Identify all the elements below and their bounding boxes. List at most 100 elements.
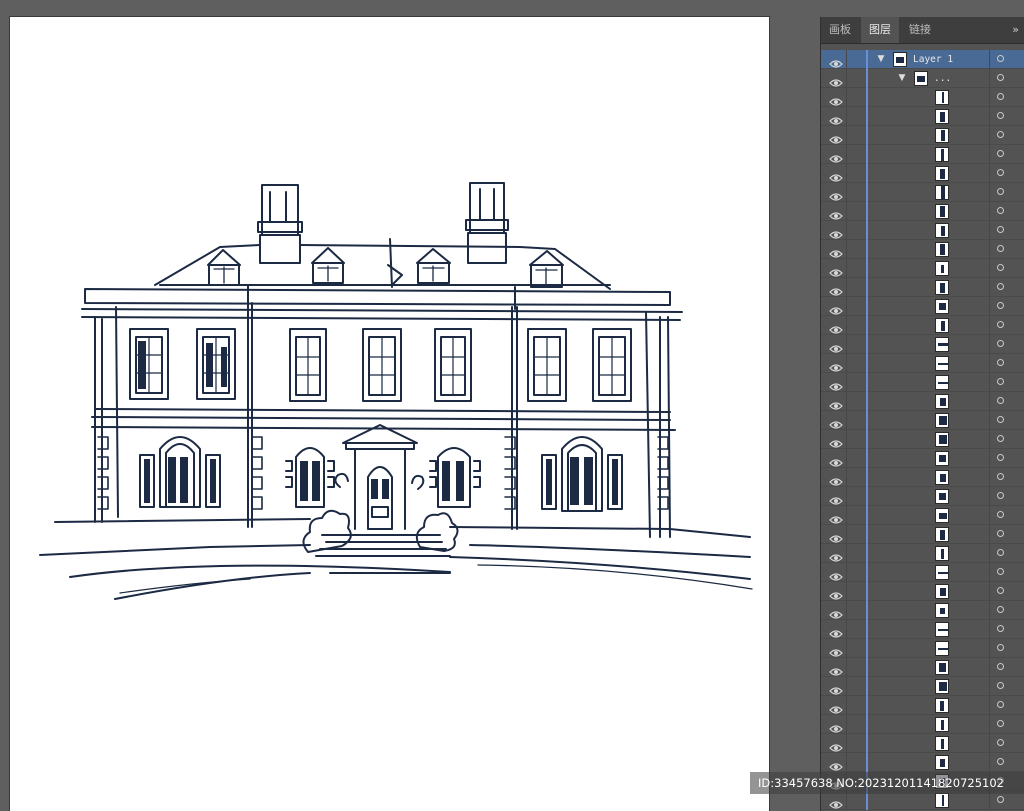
chevron-down-icon[interactable]: ▼ — [897, 73, 907, 83]
path-row[interactable] — [821, 202, 1024, 221]
eye-icon[interactable] — [829, 719, 843, 733]
target-circle-icon[interactable] — [997, 435, 1004, 442]
eye-icon[interactable] — [829, 282, 843, 296]
path-row[interactable] — [821, 734, 1024, 753]
path-row[interactable] — [821, 544, 1024, 563]
path-row[interactable] — [821, 107, 1024, 126]
eye-icon[interactable] — [829, 662, 843, 676]
path-row[interactable] — [821, 145, 1024, 164]
target-circle-icon[interactable] — [997, 739, 1004, 746]
target-circle-icon[interactable] — [997, 663, 1004, 670]
eye-icon[interactable] — [829, 225, 843, 239]
eye-icon[interactable] — [829, 396, 843, 410]
target-circle-icon[interactable] — [997, 93, 1004, 100]
eye-icon[interactable] — [829, 263, 843, 277]
eye-icon[interactable] — [829, 681, 843, 695]
target-circle-icon[interactable] — [997, 169, 1004, 176]
eye-icon[interactable] — [829, 586, 843, 600]
eye-icon[interactable] — [829, 738, 843, 752]
path-row[interactable] — [821, 392, 1024, 411]
path-row[interactable] — [821, 487, 1024, 506]
eye-icon[interactable] — [829, 339, 843, 353]
eye-icon[interactable] — [829, 130, 843, 144]
target-circle-icon[interactable] — [997, 397, 1004, 404]
tab-artboards[interactable]: 画板 — [821, 17, 859, 43]
path-row[interactable] — [821, 620, 1024, 639]
target-circle-icon[interactable] — [997, 720, 1004, 727]
path-row[interactable] — [821, 525, 1024, 544]
path-row[interactable] — [821, 677, 1024, 696]
target-circle-icon[interactable] — [997, 625, 1004, 632]
eye-icon[interactable] — [829, 548, 843, 562]
panel-menu-button[interactable]: » — [1012, 17, 1019, 43]
eye-icon[interactable] — [829, 358, 843, 372]
target-circle-icon[interactable] — [997, 112, 1004, 119]
eye-icon[interactable] — [829, 491, 843, 505]
target-circle-icon[interactable] — [997, 226, 1004, 233]
eye-icon[interactable] — [829, 795, 843, 809]
eye-icon[interactable] — [829, 434, 843, 448]
path-row[interactable] — [821, 88, 1024, 107]
target-circle-icon[interactable] — [997, 245, 1004, 252]
target-circle-icon[interactable] — [997, 74, 1004, 81]
target-circle-icon[interactable] — [997, 207, 1004, 214]
target-circle-icon[interactable] — [997, 340, 1004, 347]
eye-icon[interactable] — [829, 149, 843, 163]
eye-icon[interactable] — [829, 187, 843, 201]
target-circle-icon[interactable] — [997, 264, 1004, 271]
target-circle-icon[interactable] — [997, 530, 1004, 537]
target-circle-icon[interactable] — [997, 682, 1004, 689]
path-row[interactable] — [821, 449, 1024, 468]
target-circle-icon[interactable] — [997, 283, 1004, 290]
eye-icon[interactable] — [829, 700, 843, 714]
layer-row[interactable]: ▼ Layer 1 — [821, 50, 1024, 69]
target-circle-icon[interactable] — [997, 188, 1004, 195]
path-row[interactable] — [821, 373, 1024, 392]
path-row[interactable] — [821, 563, 1024, 582]
path-row[interactable] — [821, 582, 1024, 601]
path-row[interactable] — [821, 278, 1024, 297]
group-name[interactable]: ... — [934, 71, 951, 86]
path-row[interactable] — [821, 164, 1024, 183]
eye-icon[interactable] — [829, 301, 843, 315]
target-circle-icon[interactable] — [997, 150, 1004, 157]
eye-icon[interactable] — [829, 605, 843, 619]
path-row[interactable] — [821, 715, 1024, 734]
eye-icon[interactable] — [829, 529, 843, 543]
eye-icon[interactable] — [829, 168, 843, 182]
target-circle-icon[interactable] — [997, 549, 1004, 556]
path-row[interactable] — [821, 639, 1024, 658]
eye-icon[interactable] — [829, 624, 843, 638]
eye-icon[interactable] — [829, 111, 843, 125]
eye-icon[interactable] — [829, 244, 843, 258]
target-circle-icon[interactable] — [997, 55, 1004, 62]
target-circle-icon[interactable] — [997, 644, 1004, 651]
artboard[interactable] — [10, 17, 769, 811]
path-row[interactable] — [821, 259, 1024, 278]
target-circle-icon[interactable] — [997, 796, 1004, 803]
path-row[interactable] — [821, 430, 1024, 449]
eye-icon[interactable] — [829, 54, 843, 68]
target-circle-icon[interactable] — [997, 511, 1004, 518]
path-row[interactable] — [821, 753, 1024, 772]
eye-icon[interactable] — [829, 453, 843, 467]
path-row[interactable] — [821, 468, 1024, 487]
target-circle-icon[interactable] — [997, 302, 1004, 309]
eye-icon[interactable] — [829, 92, 843, 106]
target-circle-icon[interactable] — [997, 321, 1004, 328]
target-circle-icon[interactable] — [997, 492, 1004, 499]
path-row[interactable] — [821, 506, 1024, 525]
group-row[interactable]: ▼... — [821, 69, 1024, 88]
target-circle-icon[interactable] — [997, 473, 1004, 480]
eye-icon[interactable] — [829, 377, 843, 391]
eye-icon[interactable] — [829, 320, 843, 334]
path-row[interactable] — [821, 601, 1024, 620]
path-row[interactable] — [821, 297, 1024, 316]
layer-name[interactable]: Layer 1 — [913, 52, 953, 67]
eye-icon[interactable] — [829, 73, 843, 87]
chevron-down-icon[interactable]: ▼ — [876, 54, 886, 64]
tab-links[interactable]: 链接 — [901, 17, 939, 43]
eye-icon[interactable] — [829, 415, 843, 429]
eye-icon[interactable] — [829, 757, 843, 771]
target-circle-icon[interactable] — [997, 606, 1004, 613]
